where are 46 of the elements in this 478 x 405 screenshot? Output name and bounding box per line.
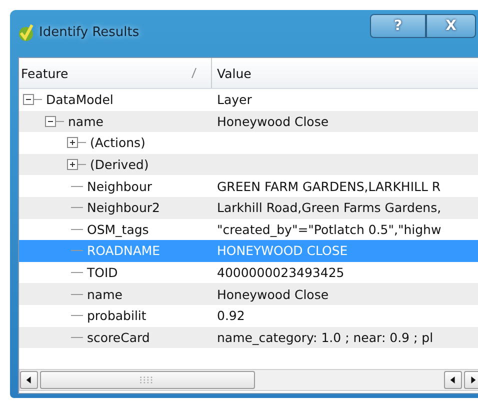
sort-icon (191, 67, 197, 79)
value-cell-text: Larkhill Road,Green Farms Gardens, (216, 200, 442, 216)
tree-row[interactable]: scoreCard name_category: 1.0 ; near: 0.9 ; pl (19, 326, 478, 348)
feature-name: scoreCard (87, 330, 150, 345)
value-cell-text: 0.92 (216, 308, 245, 324)
scroll-right-icon[interactable] (464, 371, 478, 389)
tree-row[interactable]: Neighbour2 Larkhill Road,Green Farms Gardens, (19, 196, 478, 219)
column-header[interactable]: Feature (21, 66, 68, 80)
value-cell-text: GREEN FARM GARDENS,LARKHILL R (216, 178, 441, 194)
value-cell-text: Honeywood Close (216, 114, 329, 129)
value-cell-text: HONEYWOOD CLOSE (216, 243, 348, 258)
feature-name: (Actions) (90, 135, 146, 150)
feature-name: probabilit (87, 308, 146, 324)
tree-row[interactable]: DataModel Layer (19, 89, 478, 111)
tree-row[interactable]: OSM_tags "created_by"="Potlatch 0.5","highw (19, 218, 478, 240)
feature-name: DataModel (46, 92, 114, 108)
value-cell-text: Layer (216, 92, 252, 108)
tree-row[interactable]: TOID 4000000023493425 (19, 262, 478, 284)
feature-name: (Derived) (90, 157, 149, 172)
tree-row[interactable]: Neighbour GREEN FARM GARDENS,LARKHILL R (19, 175, 478, 197)
column-header[interactable]: Value (217, 66, 252, 80)
feature-name: OSM_tags (87, 222, 149, 237)
feature-name: TOID (87, 265, 118, 280)
tree-row[interactable]: name Honeywood Close (19, 283, 478, 305)
scroll-left-icon[interactable] (20, 371, 38, 389)
feature-name: name (87, 286, 122, 302)
feature-name: Neighbour2 (87, 200, 160, 216)
tree-row[interactable]: probabilit 0.92 (19, 304, 478, 327)
scrollbar-thumb[interactable] (40, 371, 255, 389)
feature-name: Neighbour (87, 178, 152, 194)
collapse-icon[interactable] (45, 116, 56, 127)
value-cell-text: "created_by"="Potlatch 0.5","highw (216, 222, 442, 237)
tree-row[interactable]: (Actions) (19, 132, 478, 154)
value-cell-text: Honeywood Close (216, 286, 329, 302)
value-cell-text: 4000000023493425 (216, 265, 344, 280)
expand-icon[interactable] (67, 137, 78, 148)
tree-row[interactable]: name Honeywood Close (19, 110, 478, 132)
app-icon (18, 24, 34, 42)
feature-name: ROADNAME (87, 243, 160, 258)
tree-row[interactable]: (Derived) (19, 154, 478, 176)
expand-icon[interactable] (67, 159, 78, 170)
window-title: Identify Results (39, 25, 140, 40)
value-cell-text: name_category: 1.0 ; near: 0.9 ; pl (216, 330, 434, 345)
collapse-icon[interactable] (23, 94, 34, 106)
scroll-left-icon[interactable] (444, 371, 462, 389)
feature-name: name (68, 114, 104, 129)
